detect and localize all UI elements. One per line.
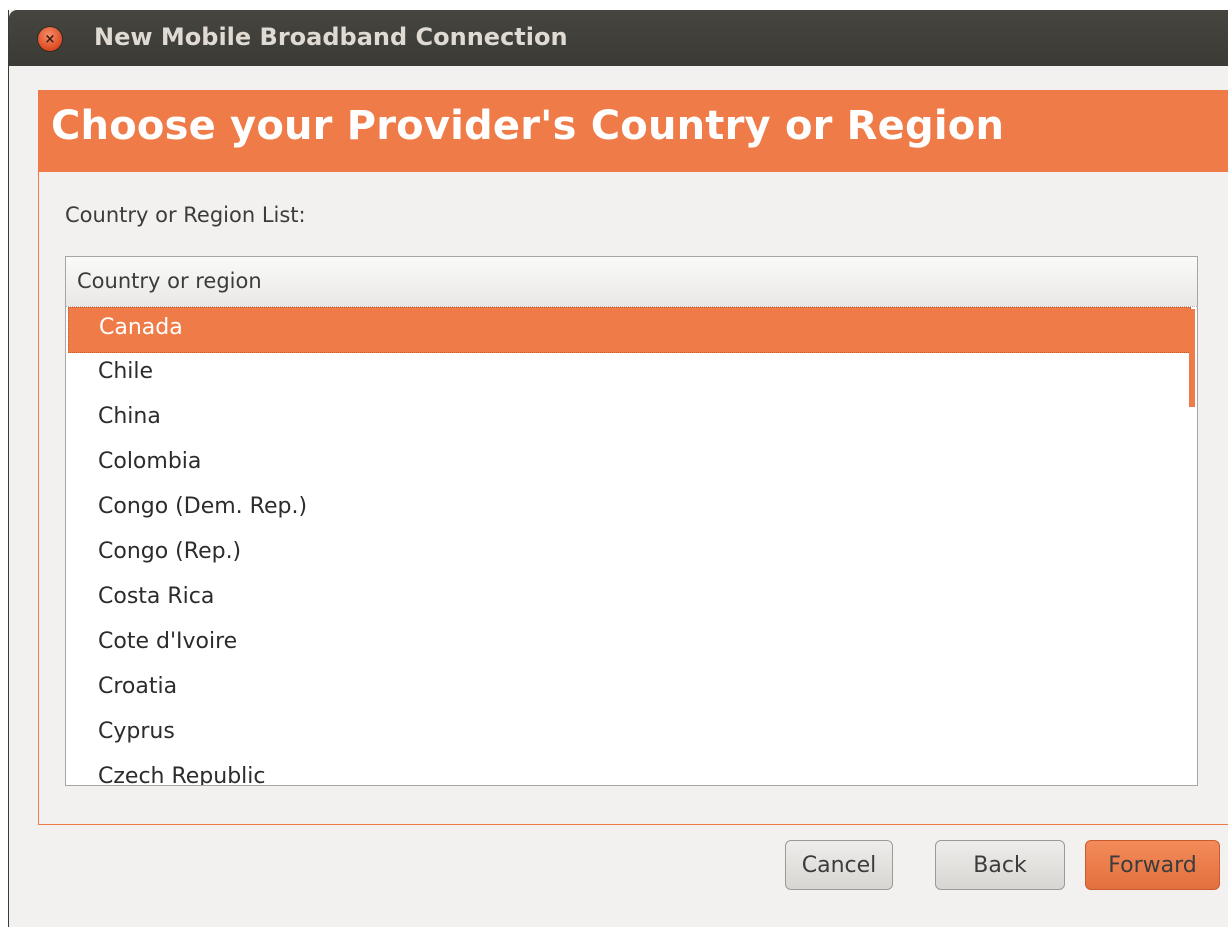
list-item[interactable]: Colombia xyxy=(68,442,1191,488)
close-icon[interactable]: × xyxy=(37,26,63,52)
scrollbar-thumb[interactable] xyxy=(1189,309,1195,407)
page-heading: Choose your Provider's Country or Region xyxy=(51,103,1005,149)
cancel-button[interactable]: Cancel xyxy=(785,840,893,890)
title-bar[interactable]: × New Mobile Broadband Connection xyxy=(9,10,1228,66)
window-title: New Mobile Broadband Connection xyxy=(94,23,568,51)
list-item[interactable]: China xyxy=(68,397,1191,443)
list-item[interactable]: Croatia xyxy=(68,667,1191,713)
list-item[interactable]: Cote d'Ivoire xyxy=(68,622,1191,668)
list-item[interactable]: Cyprus xyxy=(68,712,1191,758)
column-header-country[interactable]: Country or region xyxy=(66,257,1197,307)
list-label: Country or Region List: xyxy=(65,203,306,227)
page-banner: Choose your Provider's Country or Region xyxy=(39,91,1228,172)
list-item[interactable]: Congo (Rep.) xyxy=(68,532,1191,578)
list-item[interactable]: Costa Rica xyxy=(68,577,1191,623)
list-item-canada[interactable]: Canada xyxy=(68,307,1191,353)
list-item[interactable]: Chile xyxy=(68,352,1191,398)
page-content: Choose your Provider's Country or Region… xyxy=(38,90,1228,825)
dialog-window: × New Mobile Broadband Connection Choose… xyxy=(8,10,1228,927)
list-item[interactable]: Czech Republic xyxy=(68,757,1191,785)
forward-button[interactable]: Forward xyxy=(1085,840,1220,890)
list-item[interactable]: Congo (Dem. Rep.) xyxy=(68,487,1191,533)
back-button[interactable]: Back xyxy=(935,840,1065,890)
list-rows: Canada Chile China Colombia Congo (Dem. … xyxy=(66,307,1197,785)
country-list[interactable]: Country or region Canada Chile China Col… xyxy=(65,256,1198,786)
